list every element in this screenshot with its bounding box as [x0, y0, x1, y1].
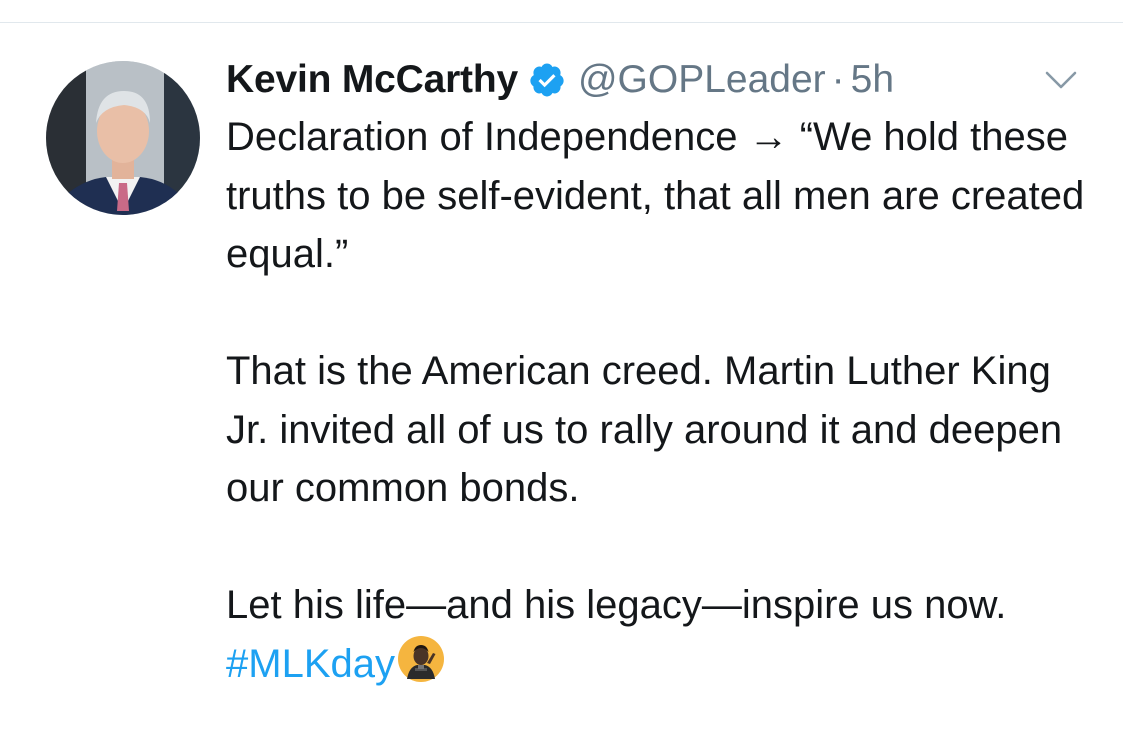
chevron-down-icon[interactable] — [1044, 68, 1078, 92]
tweet-header: Kevin McCarthy @GOPLeader · 5h — [226, 54, 894, 106]
mlk-speech-emoji-icon — [397, 635, 445, 683]
tweet-paragraph-last: Let his life—and his legacy—inspire us n… — [226, 576, 1096, 693]
tweet-paragraph: That is the American creed. Martin Luthe… — [226, 349, 1063, 510]
separator-dot: · — [831, 58, 845, 101]
tweet-paragraph-text: Let his life—and his legacy—inspire us n… — [226, 583, 1007, 627]
tweet-text: Declaration of Independence → “We hold t… — [226, 108, 1096, 693]
top-divider — [0, 22, 1123, 23]
tweet-paragraph: Declaration of Independence → “We hold t… — [226, 115, 1085, 276]
avatar[interactable] — [46, 61, 200, 215]
display-name[interactable]: Kevin McCarthy — [226, 58, 518, 102]
author-handle[interactable]: @GOPLeader — [578, 58, 826, 102]
hashtag-link[interactable]: #MLKday — [226, 642, 395, 686]
verified-badge-icon — [528, 61, 566, 99]
timestamp[interactable]: 5h — [851, 58, 894, 102]
profile-photo-icon — [46, 61, 200, 215]
